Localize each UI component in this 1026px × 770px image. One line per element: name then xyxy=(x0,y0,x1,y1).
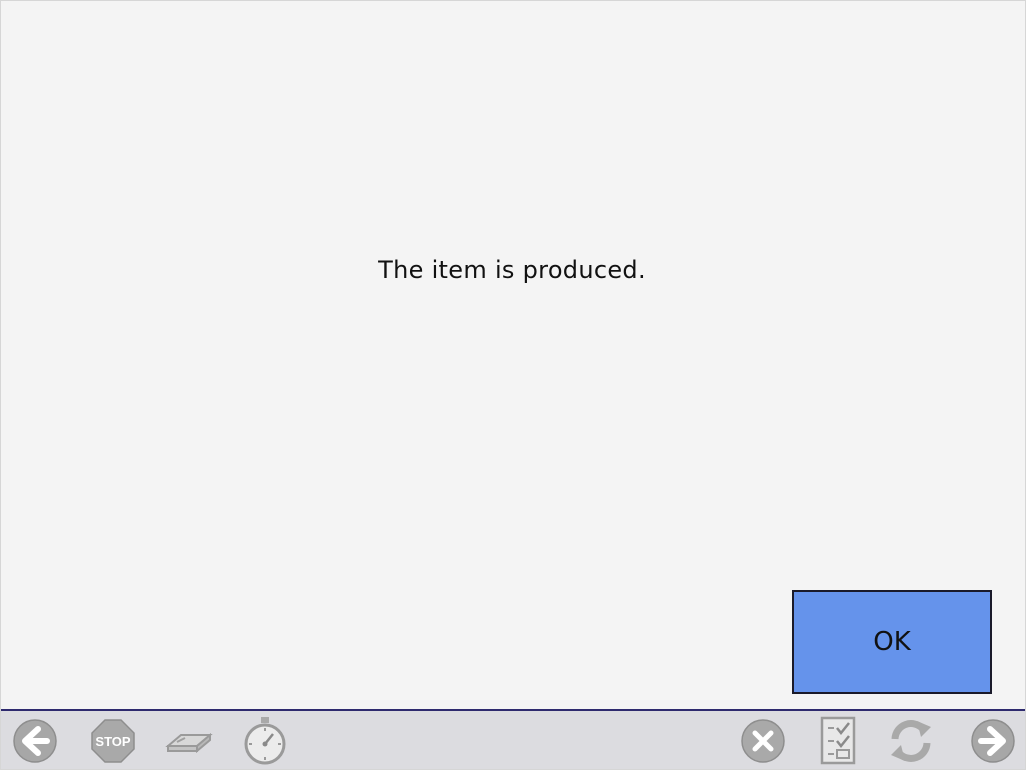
back-button[interactable] xyxy=(11,717,59,765)
ok-button[interactable]: OK xyxy=(792,590,992,694)
refresh-button[interactable] xyxy=(887,717,935,765)
cancel-icon xyxy=(741,719,785,763)
forward-button[interactable] xyxy=(969,717,1017,765)
stopwatch-button[interactable] xyxy=(241,717,289,765)
eraser-icon xyxy=(165,732,213,754)
cancel-button[interactable] xyxy=(739,717,787,765)
stop-button[interactable]: STOP xyxy=(89,717,137,765)
checklist-button[interactable] xyxy=(813,716,861,765)
forward-arrow-icon xyxy=(971,719,1015,763)
stop-icon-label: STOP xyxy=(95,734,130,749)
bottom-toolbar: STOP xyxy=(1,709,1025,769)
checklist-icon xyxy=(820,716,856,765)
screen: The item is produced. OK STOP xyxy=(0,0,1026,770)
message-text: The item is produced. xyxy=(378,256,646,284)
stop-icon: STOP xyxy=(91,719,135,763)
back-arrow-icon xyxy=(13,719,57,763)
eraser-button[interactable] xyxy=(165,717,213,765)
stopwatch-icon xyxy=(244,717,286,765)
refresh-icon xyxy=(891,720,931,762)
